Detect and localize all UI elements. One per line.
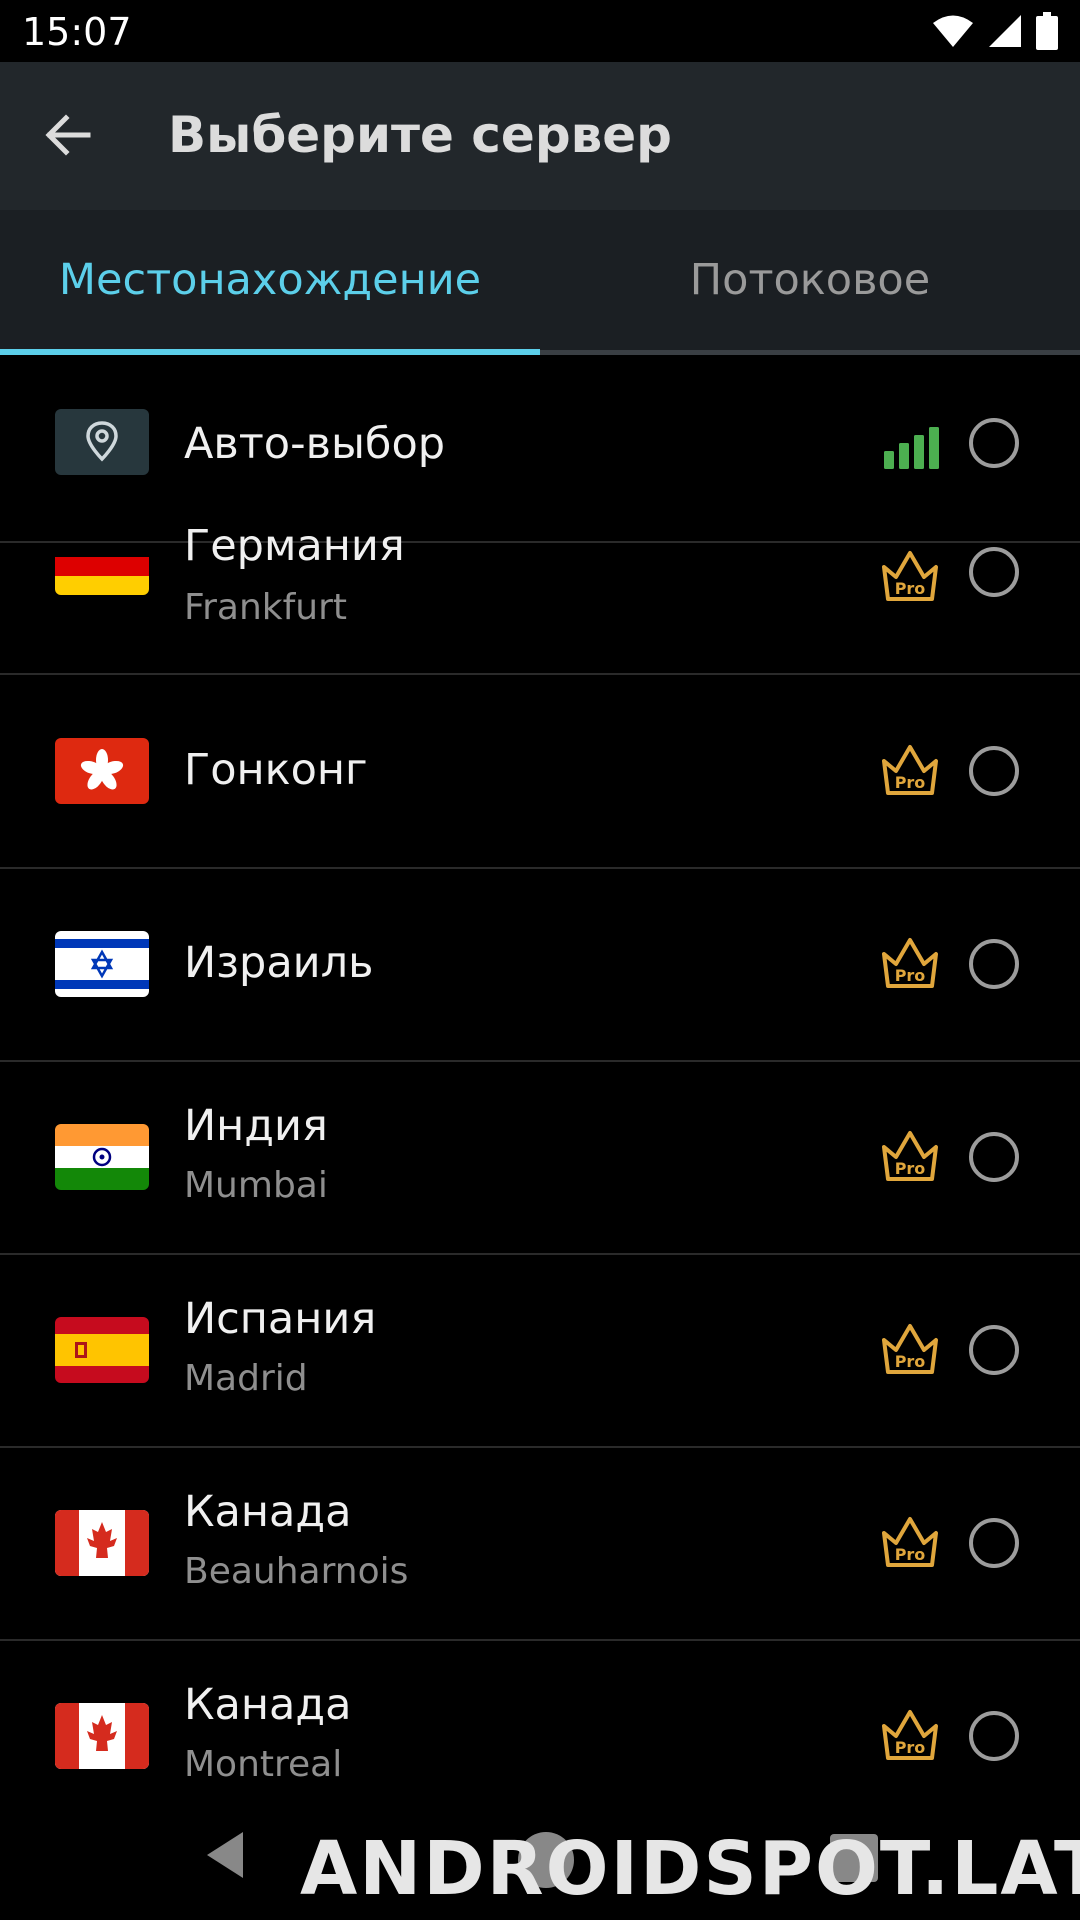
list-item-hong-kong[interactable]: Гонконг Pro [0, 675, 1080, 869]
app-bar: Выберите сервер [0, 62, 1080, 210]
cell-signal-icon [989, 15, 1021, 47]
status-icons [932, 10, 1058, 52]
radio-button[interactable] [969, 1325, 1019, 1375]
location-pin-icon [55, 409, 149, 475]
back-button[interactable] [28, 100, 108, 170]
list-item-auto-select[interactable]: Авто-выбор [0, 355, 1080, 543]
svg-text:Pro: Pro [895, 1738, 926, 1757]
page-title: Выберите сервер [168, 106, 672, 164]
pro-crown-icon: Pro [882, 1710, 938, 1760]
radio-button[interactable] [969, 939, 1019, 989]
country-name: Германия [184, 521, 405, 571]
wifi-icon [933, 15, 973, 47]
country-name: Индия [184, 1101, 328, 1151]
india-flag [55, 1124, 149, 1190]
canada-flag [55, 1510, 149, 1576]
country-name: Испания [184, 1294, 377, 1344]
svg-text:Pro: Pro [895, 1352, 926, 1371]
list-item-germany[interactable]: Германия Frankfurt Pro [0, 521, 1080, 675]
pro-crown-icon: Pro [882, 1324, 938, 1374]
radio-button[interactable] [969, 746, 1019, 796]
server-list[interactable]: Авто-выбор Германия Frankfurt Pro Гонкон… [0, 355, 1080, 1795]
pro-crown-icon: Pro [882, 1131, 938, 1181]
pro-crown-icon: Pro [882, 551, 938, 601]
radio-button[interactable] [969, 1132, 1019, 1182]
radio-button[interactable] [969, 547, 1019, 597]
country-name: Израиль [184, 938, 374, 988]
spain-flag [55, 1317, 149, 1383]
radio-button[interactable] [969, 1711, 1019, 1761]
city-name: Montreal [184, 1744, 343, 1785]
svg-text:Pro: Pro [895, 1545, 926, 1564]
city-name: Mumbai [184, 1165, 328, 1206]
canada-flag [55, 1703, 149, 1769]
battery-icon [1036, 12, 1058, 50]
germany-flag [55, 543, 149, 595]
tab-bar: Местонахождение Потоковое [0, 210, 1080, 355]
signal-strength-icon [884, 427, 939, 469]
status-bar: 15:07 [0, 0, 1080, 62]
list-item-spain[interactable]: Испания Madrid Pro [0, 1254, 1080, 1448]
list-item-canada-beauharnois[interactable]: Канада Beauharnois Pro [0, 1447, 1080, 1641]
list-item-israel[interactable]: Израиль Pro [0, 868, 1080, 1062]
radio-button[interactable] [969, 1518, 1019, 1568]
list-item-canada-montreal[interactable]: Канада Montreal Pro [0, 1640, 1080, 1795]
country-name: Канада [184, 1487, 352, 1537]
pro-crown-icon: Pro [882, 1517, 938, 1567]
hong-kong-flag [55, 738, 149, 804]
svg-text:Pro: Pro [895, 1159, 926, 1178]
nav-back-icon[interactable] [205, 1830, 245, 1880]
israel-flag [55, 931, 149, 997]
pro-crown-icon: Pro [882, 938, 938, 988]
pro-crown-icon: Pro [882, 745, 938, 795]
status-time: 15:07 [22, 10, 132, 54]
arrow-left-icon [45, 114, 91, 156]
city-name: Madrid [184, 1358, 308, 1399]
list-item-india[interactable]: Индия Mumbai Pro [0, 1061, 1080, 1255]
country-name: Гонконг [184, 745, 368, 795]
country-name: Канада [184, 1680, 352, 1730]
svg-text:Pro: Pro [895, 579, 926, 598]
tab-location[interactable]: Местонахождение [0, 210, 540, 350]
tab-streaming[interactable]: Потоковое [540, 210, 1080, 350]
auto-select-label: Авто-выбор [184, 419, 446, 469]
watermark: ANDROIDSPOT.LAT [300, 1826, 1080, 1912]
svg-text:Pro: Pro [895, 966, 926, 985]
city-name: Frankfurt [184, 587, 348, 628]
city-name: Beauharnois [184, 1551, 409, 1592]
svg-text:Pro: Pro [895, 773, 926, 792]
radio-button[interactable] [969, 418, 1019, 468]
